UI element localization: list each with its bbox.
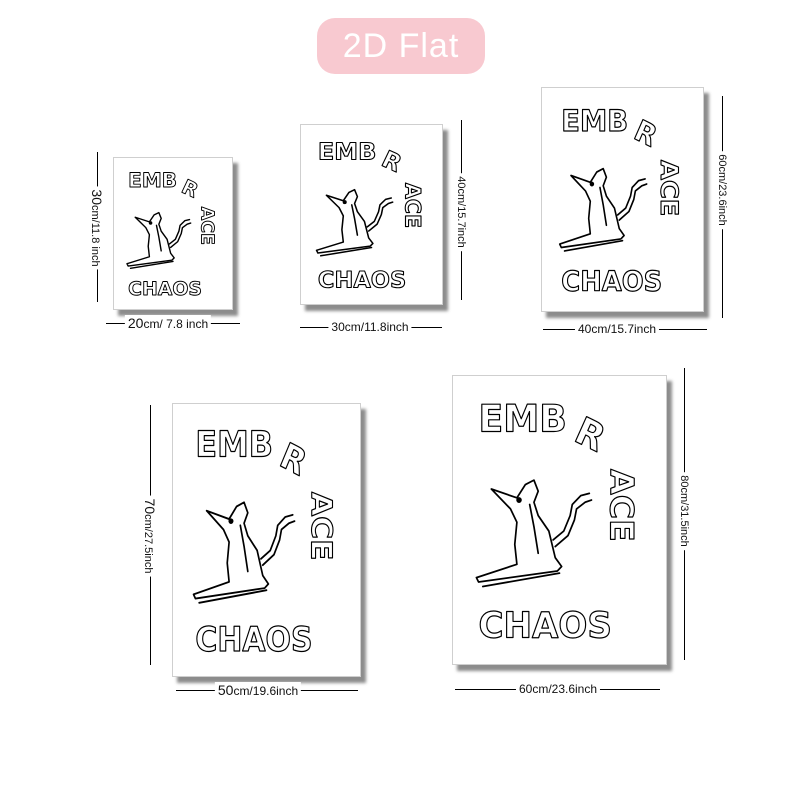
art-word-emb: EMB (561, 104, 628, 138)
poster-artwork: EMB R ACE CHAOS (558, 103, 684, 298)
art-letter-r: R (629, 113, 662, 153)
poster-artwork: EMB R ACE CHAOS (192, 423, 337, 660)
poster-60x80: EMB R ACE CHAOS (452, 375, 667, 665)
mouse-illustration (126, 211, 192, 270)
mouse-illustration (315, 188, 394, 257)
art-letter-r: R (275, 435, 313, 484)
art-word-ace: ACE (400, 183, 424, 228)
height-label-40cm: 40cm/15.7inch (455, 173, 467, 251)
poster-50x70: EMB R ACE CHAOS (172, 403, 361, 677)
art-word-chaos: CHAOS (128, 279, 202, 300)
mouse-illustration (558, 167, 648, 252)
width-label-40cm: 40cm/15.7inch (574, 322, 660, 336)
height-label-30cm: 30cm/11.8 inch (89, 186, 105, 270)
mouse-illustration (192, 501, 296, 604)
art-word-chaos: CHAOS (318, 268, 406, 294)
width-label-50cm: 50cm/19.6inch (214, 682, 302, 698)
width-label-60cm: 60cm/23.6inch (515, 682, 601, 696)
art-letter-r: R (569, 409, 612, 461)
art-word-emb: EMB (479, 397, 567, 441)
poster-artwork: EMB R ACE CHAOS (126, 169, 217, 300)
art-word-ace: ACE (196, 207, 216, 245)
art-word-emb: EMB (195, 424, 273, 465)
poster-artwork: EMB R ACE CHAOS (315, 137, 425, 294)
art-word-emb: EMB (318, 138, 376, 166)
art-word-ace: ACE (304, 492, 337, 561)
height-label-80cm: 80cm/31.5inch (678, 472, 690, 550)
art-word-emb: EMB (128, 169, 177, 192)
height-label-60cm: 60cm/23.6inch (716, 151, 728, 229)
height-label-70cm: 70cm/27.5inch (142, 495, 158, 577)
poster-40x60: EMB R ACE CHAOS (541, 87, 704, 312)
poster-artwork: EMB R ACE CHAOS (475, 396, 641, 647)
art-word-chaos: CHAOS (195, 621, 312, 659)
art-word-chaos: CHAOS (561, 266, 662, 298)
poster-30x40: EMB R ACE CHAOS (300, 124, 443, 305)
mouse-illustration (475, 479, 593, 588)
poster-20x30: EMB R ACE CHAOS (113, 157, 233, 310)
product-type-badge: 2D Flat (317, 18, 485, 74)
art-word-ace: ACE (655, 160, 683, 216)
width-label-20cm: 20cm/ 7.8 inch (124, 315, 212, 331)
art-word-ace: ACE (603, 469, 640, 542)
art-word-chaos: CHAOS (479, 606, 612, 647)
art-letter-r: R (377, 145, 406, 178)
art-letter-r: R (178, 175, 202, 202)
width-label-30cm: 30cm/11.8inch (328, 320, 412, 334)
